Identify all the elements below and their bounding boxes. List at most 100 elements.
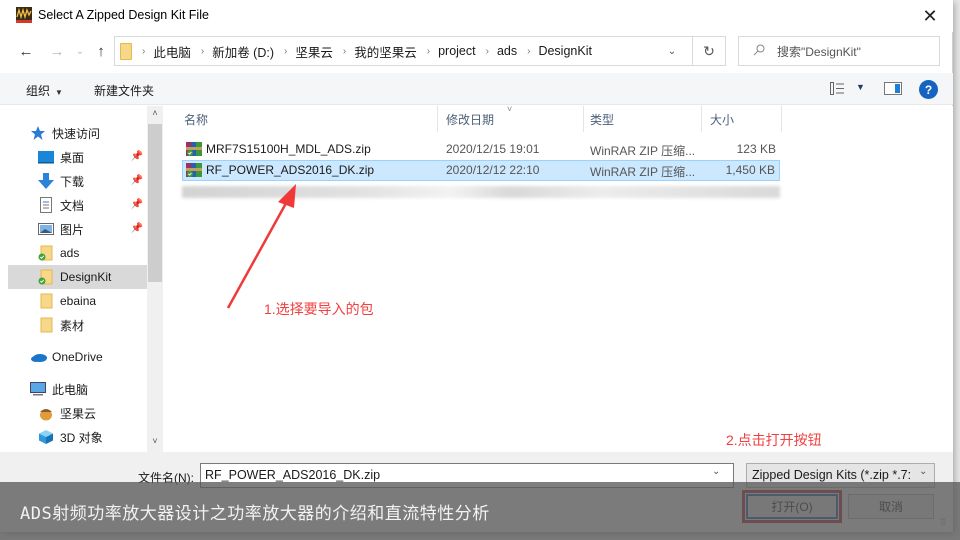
file-name: MRF7S15100H_MDL_ADS.zip xyxy=(206,142,371,156)
sidebar-item-downloads[interactable]: 下载 📌 xyxy=(38,169,147,193)
sidebar-label: 快速访问 xyxy=(52,126,101,141)
resize-grip-icon[interactable]: ⠿ xyxy=(940,518,946,527)
sidebar-item-quick-access[interactable]: 快速访问 xyxy=(30,121,147,145)
sidebar-item-this-pc[interactable]: 此电脑 xyxy=(30,377,147,401)
desktop-icon xyxy=(38,149,54,165)
file-row[interactable]: MRF7S15100H_MDL_ADS.zip 2020/12/15 19:01… xyxy=(182,139,780,160)
back-arrow-icon: ← xyxy=(18,42,34,60)
folder-icon xyxy=(38,293,54,309)
breadcrumb-separator[interactable]: › xyxy=(486,46,489,57)
organize-label: 组织 xyxy=(26,84,51,98)
pin-icon[interactable]: 📌 xyxy=(131,223,143,234)
refresh-button[interactable]: ↻ xyxy=(692,36,726,66)
scrollbar-thumb[interactable] xyxy=(148,124,162,282)
sidebar-item-materials[interactable]: 素材 xyxy=(38,313,147,337)
sidebar-label: 桌面 xyxy=(60,150,85,165)
breadcrumb-separator[interactable]: › xyxy=(201,46,204,57)
sidebar-item-nutstore[interactable]: 坚果云 xyxy=(38,401,147,425)
organize-button[interactable]: 组织 ▼ xyxy=(26,82,63,99)
breadcrumb-separator: › xyxy=(142,45,146,57)
annotation-arrow xyxy=(226,184,296,309)
search-icon xyxy=(753,44,765,59)
ads-app-icon xyxy=(16,7,32,23)
filename-dropdown-icon[interactable]: ⌄ xyxy=(712,466,720,477)
synced-folder-icon xyxy=(38,269,54,285)
sidebar-item-designkit[interactable]: DesignKit xyxy=(8,265,147,289)
computer-icon xyxy=(30,381,46,397)
sidebar-item-ads[interactable]: ads xyxy=(38,241,147,265)
breadcrumb-ads[interactable]: ads xyxy=(497,44,517,58)
breadcrumb-separator[interactable]: › xyxy=(527,46,530,57)
3d-objects-icon xyxy=(38,429,54,445)
preview-pane-button[interactable] xyxy=(884,82,902,95)
sidebar-item-ebaina[interactable]: ebaina xyxy=(38,289,147,313)
sidebar-item-onedrive[interactable]: OneDrive xyxy=(30,345,147,369)
pin-icon[interactable]: 📌 xyxy=(131,199,143,210)
new-folder-button[interactable]: 新建文件夹 xyxy=(94,82,154,99)
title-bar: Select A Zipped Design Kit File ✕ xyxy=(0,0,953,32)
star-icon xyxy=(30,125,46,141)
view-dropdown-icon[interactable]: ▼ xyxy=(856,82,865,92)
filter-dropdown-icon[interactable]: ⌄ xyxy=(919,466,927,477)
breadcrumb-project[interactable]: project xyxy=(438,44,476,58)
search-input[interactable]: 搜索"DesignKit" xyxy=(738,36,940,66)
file-name: RF_POWER_ADS2016_DK.zip xyxy=(206,163,375,177)
breadcrumb-separator[interactable]: › xyxy=(427,46,430,57)
document-icon xyxy=(38,197,54,213)
column-header-size[interactable]: 大小 xyxy=(702,106,782,132)
sidebar-label: 素材 xyxy=(60,318,85,333)
winrar-zip-icon xyxy=(186,162,202,178)
sidebar-item-pictures[interactable]: 图片 📌 xyxy=(38,217,147,241)
sidebar-label: 下载 xyxy=(60,174,85,189)
folder-icon xyxy=(120,42,132,60)
breadcrumb-nutstore[interactable]: 坚果云 xyxy=(295,42,333,61)
sidebar-label: 图片 xyxy=(60,222,85,237)
chevron-down-icon: ⌄ xyxy=(667,45,677,57)
close-button[interactable]: ✕ xyxy=(907,0,953,32)
help-icon: ? xyxy=(924,82,933,97)
file-type: WinRAR ZIP 压缩... xyxy=(590,144,696,158)
breadcrumb-separator[interactable]: › xyxy=(284,46,287,57)
back-button[interactable]: ← xyxy=(16,40,36,62)
breadcrumb-this-pc[interactable]: 此电脑 xyxy=(153,42,191,61)
annotation-step-1: 1.选择要导入的包 xyxy=(264,301,374,317)
folder-icon xyxy=(38,317,54,333)
recent-locations-button[interactable]: ⌄ xyxy=(70,40,90,62)
sidebar-label: DesignKit xyxy=(60,270,112,284)
pin-icon[interactable]: 📌 xyxy=(131,175,143,186)
sidebar-label: 文档 xyxy=(60,198,85,213)
help-button[interactable]: ? xyxy=(919,80,938,99)
file-row-selected[interactable]: RF_POWER_ADS2016_DK.zip 2020/12/12 22:10… xyxy=(182,160,780,181)
breadcrumb-drive-d[interactable]: 新加卷 (D:) xyxy=(212,42,274,61)
list-view-icon xyxy=(830,82,844,95)
column-header-name[interactable]: 名称 xyxy=(176,106,438,132)
scroll-down-icon[interactable]: ˅ xyxy=(147,436,163,450)
column-header-type[interactable]: 类型 xyxy=(582,106,702,132)
winrar-zip-icon xyxy=(186,141,202,157)
pin-icon[interactable]: 📌 xyxy=(131,151,143,162)
caret-down-icon: ▼ xyxy=(55,88,63,97)
window-title: Select A Zipped Design Kit File xyxy=(38,8,209,22)
file-size: 123 KB xyxy=(736,142,776,156)
forward-button[interactable]: → xyxy=(47,40,67,62)
sidebar-label: 此电脑 xyxy=(52,382,89,397)
sidebar-item-desktop[interactable]: 桌面 📌 xyxy=(38,145,147,169)
view-options-button[interactable] xyxy=(830,82,844,95)
address-bar[interactable]: › 此电脑 › 新加卷 (D:) › 坚果云 › 我的坚果云 › project… xyxy=(114,36,726,66)
breadcrumb-my-nutstore[interactable]: 我的坚果云 xyxy=(354,42,417,61)
address-history-dropdown[interactable]: ⌄ xyxy=(655,37,689,65)
picture-icon xyxy=(38,221,54,237)
search-placeholder: 搜索"DesignKit" xyxy=(777,44,861,59)
sidebar-label: ebaina xyxy=(60,294,97,308)
breadcrumb-separator[interactable]: › xyxy=(343,46,346,57)
sidebar-scrollbar[interactable]: ˄ ˅ xyxy=(147,106,163,452)
synced-folder-icon xyxy=(38,245,54,261)
file-size: 1,450 KB xyxy=(725,163,775,177)
up-button[interactable]: ↑ xyxy=(91,40,111,62)
sidebar-item-3d-objects[interactable]: 3D 对象 xyxy=(38,425,147,449)
sidebar-item-documents[interactable]: 文档 📌 xyxy=(38,193,147,217)
scroll-up-icon[interactable]: ˄ xyxy=(147,108,163,122)
close-icon: ✕ xyxy=(922,5,938,26)
sidebar-label: OneDrive xyxy=(52,350,103,364)
breadcrumb-designkit[interactable]: DesignKit xyxy=(538,44,592,58)
